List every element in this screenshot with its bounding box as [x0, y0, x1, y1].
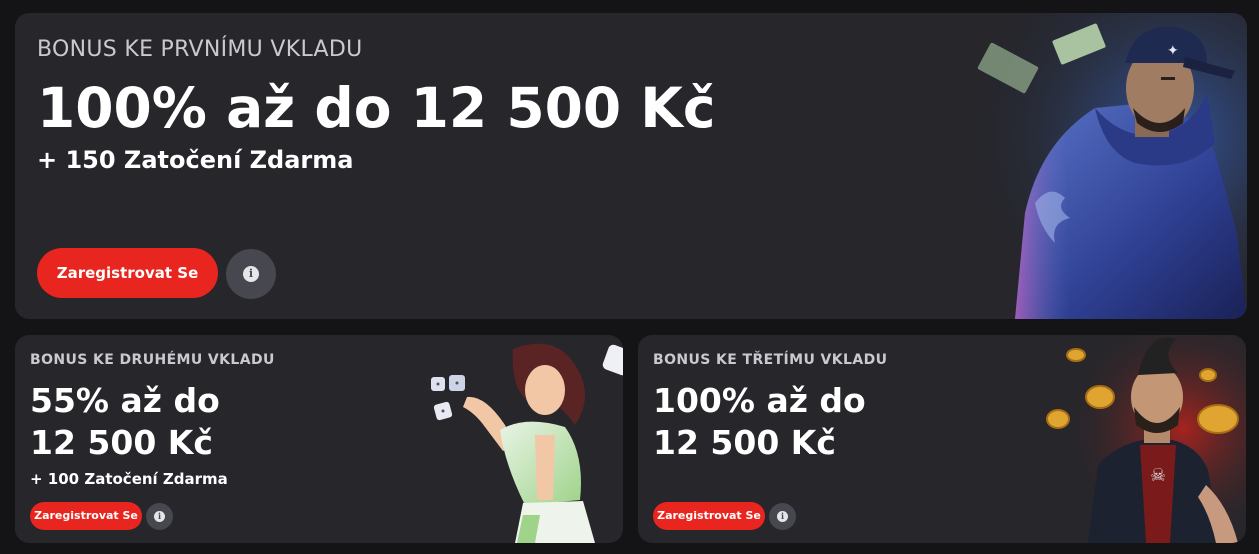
hoodie-man-illustration: ✦	[945, 13, 1247, 319]
info-icon: i	[154, 511, 165, 522]
second-deposit-headline: 55% až do 12 500 Kč	[30, 380, 290, 464]
second-deposit-bonus-card: BONUS KE DRUHÉMU VKLADU 55% až do 12 500…	[15, 335, 623, 543]
second-deposit-headline-line2: 12 500 Kč	[30, 423, 213, 462]
third-deposit-headline: 100% až do 12 500 Kč	[653, 380, 913, 464]
first-deposit-eyebrow: BONUS KE PRVNÍMU VKLADU	[37, 37, 363, 62]
first-deposit-free-spins: + 150 Zatočení Zdarma	[37, 146, 354, 174]
svg-text:☠: ☠	[1150, 465, 1166, 486]
second-deposit-info-button[interactable]: i	[146, 503, 173, 530]
third-deposit-bonus-card: BONUS KE TŘETÍMU VKLADU 100% až do 12 50…	[638, 335, 1246, 543]
second-deposit-eyebrow: BONUS KE DRUHÉMU VKLADU	[30, 352, 275, 368]
third-deposit-info-button[interactable]: i	[769, 503, 796, 530]
first-deposit-register-button[interactable]: Zaregistrovat Se	[37, 248, 218, 298]
svg-text:✦: ✦	[1167, 43, 1179, 59]
first-deposit-headline: 100% až do 12 500 Kč	[37, 76, 716, 140]
first-deposit-info-button[interactable]: i	[226, 249, 276, 299]
third-deposit-headline-line2: 12 500 Kč	[653, 423, 836, 462]
third-deposit-register-button[interactable]: Zaregistrovat Se	[653, 502, 765, 530]
first-deposit-bonus-card: BONUS KE PRVNÍMU VKLADU 100% až do 12 50…	[15, 13, 1247, 319]
third-deposit-eyebrow: BONUS KE TŘETÍMU VKLADU	[653, 352, 888, 368]
info-icon: i	[243, 266, 259, 282]
second-deposit-register-button[interactable]: Zaregistrovat Se	[30, 502, 142, 530]
second-deposit-free-spins: + 100 Zatočení Zdarma	[30, 470, 228, 488]
dice-girl-illustration	[431, 343, 623, 543]
third-deposit-headline-line1: 100% až do	[653, 381, 866, 420]
second-deposit-headline-line1: 55% až do	[30, 381, 220, 420]
coins-man-illustration: ☠	[1038, 335, 1246, 543]
info-icon: i	[777, 511, 788, 522]
